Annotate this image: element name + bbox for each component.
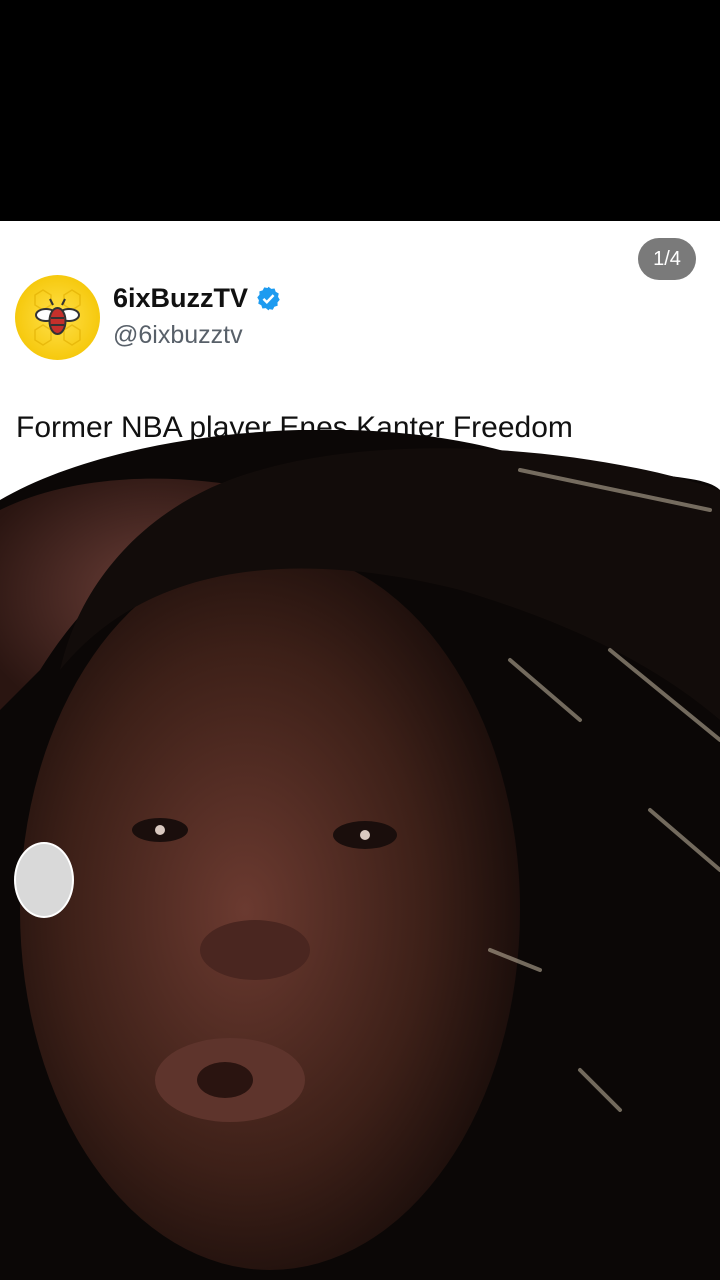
tweet-media-small-avatar — [14, 842, 74, 918]
account-name-row[interactable]: 6ixBuzzTV — [113, 283, 282, 314]
media-counter-badge: 1/4 — [638, 238, 696, 280]
top-letterbox — [0, 0, 720, 221]
reaction-video-overlay — [0, 430, 720, 1280]
account-name[interactable]: 6ixBuzzTV — [113, 283, 248, 314]
account-handle[interactable]: @6ixbuzztv — [113, 321, 243, 350]
bee-logo-icon — [34, 289, 81, 346]
account-avatar[interactable] — [15, 275, 100, 360]
verified-badge-icon — [257, 286, 280, 311]
